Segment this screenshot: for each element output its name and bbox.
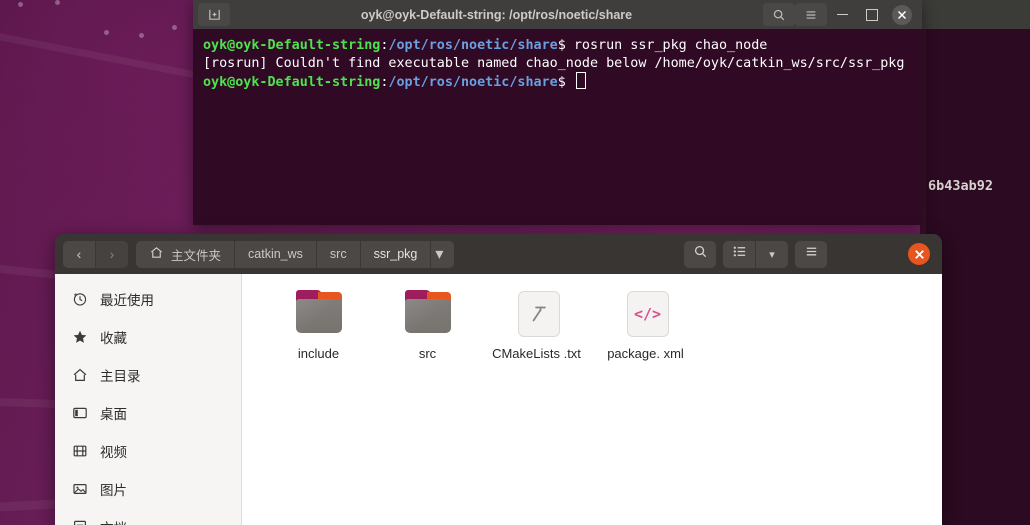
- file-item-package-xml[interactable]: </> package. xml: [591, 286, 700, 362]
- file-item-label: include: [297, 346, 340, 361]
- terminal-window[interactable]: oyk@oyk-Default-string: /opt/ros/noetic/…: [193, 0, 922, 225]
- sidebar-item-label: 桌面: [100, 407, 127, 422]
- sidebar-item-pictures[interactable]: 图片: [55, 470, 241, 508]
- film-icon: [71, 443, 88, 460]
- file-item-cmakelists[interactable]: CMakeLists .txt: [482, 286, 591, 362]
- navigation-buttons[interactable]: ‹ ›: [63, 240, 128, 268]
- wallpaper-dot: [55, 0, 60, 5]
- sidebar-item-documents[interactable]: 文档: [55, 508, 241, 525]
- close-icon: [908, 243, 930, 265]
- folder-icon: [292, 290, 346, 338]
- terminal-title: oyk@oyk-Default-string: /opt/ros/noetic/…: [360, 7, 633, 22]
- star-icon: [71, 329, 88, 346]
- hamburger-menu-icon: [804, 244, 819, 264]
- wallpaper-dot: [139, 33, 144, 38]
- files-maximize-button[interactable]: [872, 240, 902, 268]
- breadcrumb-item-src[interactable]: src: [316, 240, 361, 268]
- sidebar-item-recent[interactable]: 最近使用: [55, 280, 241, 318]
- hammer-icon: [510, 290, 564, 338]
- background-terminal-titlebar[interactable]: [920, 0, 1030, 29]
- window-controls[interactable]: [840, 240, 934, 268]
- main-menu-button[interactable]: [795, 240, 827, 268]
- sidebar-item-desktop[interactable]: 桌面: [55, 394, 241, 432]
- search-icon: [693, 244, 708, 264]
- icon-grid: include src CMakeLists .txt </> package.…: [264, 286, 942, 362]
- terminal-prompt-user: oyk@oyk-Default-string: [203, 75, 381, 91]
- home-icon: [71, 367, 88, 384]
- breadcrumb-label: catkin_ws: [248, 247, 303, 261]
- clock-icon: [71, 291, 88, 308]
- desktop-screen: 6b43ab92 oyk@oyk-Default-string: /opt/ro…: [0, 0, 1030, 525]
- terminal-maximize-button[interactable]: [857, 2, 887, 28]
- files-minimize-button[interactable]: [840, 240, 870, 268]
- list-view-button[interactable]: [723, 240, 756, 268]
- search-icon[interactable]: [763, 3, 795, 26]
- hamburger-menu-icon[interactable]: [795, 3, 827, 26]
- file-item-label: CMakeLists .txt: [492, 346, 581, 361]
- files-close-button[interactable]: [904, 240, 934, 268]
- back-button[interactable]: ‹: [63, 240, 96, 268]
- file-item-src[interactable]: src: [373, 286, 482, 362]
- breadcrumb-item-home[interactable]: 主文件夹: [136, 240, 236, 268]
- sidebar[interactable]: 最近使用 收藏 主目录 桌面 视频 图片: [55, 274, 242, 525]
- file-manager-body: 最近使用 收藏 主目录 桌面 视频 图片 include src CMakeLi…: [55, 274, 942, 525]
- sidebar-item-starred[interactable]: 收藏: [55, 318, 241, 356]
- file-item-include[interactable]: include: [264, 286, 373, 362]
- close-icon: [892, 4, 912, 25]
- terminal-prompt-dollar: $: [557, 38, 574, 53]
- document-icon: [71, 519, 88, 525]
- file-item-label: package. xml: [607, 346, 684, 361]
- view-options-dropdown[interactable]: ▾: [756, 240, 788, 268]
- sidebar-item-label: 文档: [100, 517, 127, 525]
- breadcrumb-item-ssr-pkg[interactable]: ssr_pkg: [360, 240, 432, 268]
- sidebar-item-label: 最近使用: [100, 293, 154, 308]
- sidebar-item-videos[interactable]: 视频: [55, 432, 241, 470]
- terminal-close-button[interactable]: [887, 2, 917, 28]
- sidebar-item-home[interactable]: 主目录: [55, 356, 241, 394]
- file-list-area[interactable]: include src CMakeLists .txt </> package.…: [242, 274, 942, 525]
- file-manager-headerbar[interactable]: ‹ › 主文件夹 catkin_ws src ssr_pkg ▾ ▾: [55, 234, 942, 274]
- image-icon: [71, 481, 88, 498]
- wallpaper-dot: [18, 2, 23, 7]
- search-button[interactable]: [684, 240, 716, 268]
- wallpaper-dot: [172, 25, 177, 30]
- list-view-icon: [732, 244, 747, 264]
- view-mode-group[interactable]: ▾: [723, 240, 788, 268]
- terminal-output-area[interactable]: oyk@oyk-Default-string:/opt/ros/noetic/s…: [193, 29, 922, 225]
- terminal-output-line: [rosrun] Couldn't find executable named …: [203, 55, 905, 71]
- forward-button[interactable]: ›: [96, 240, 128, 268]
- terminal-prompt-user: oyk@oyk-Default-string: [203, 38, 381, 53]
- chevron-down-icon[interactable]: ▾: [431, 240, 455, 268]
- terminal-cursor: [575, 72, 586, 90]
- desktop-icon: [71, 405, 88, 422]
- terminal-prompt-dollar: $: [557, 75, 574, 91]
- terminal-minimize-button[interactable]: [827, 2, 857, 28]
- terminal-titlebar[interactable]: oyk@oyk-Default-string: /opt/ros/noetic/…: [193, 0, 922, 29]
- xml-icon: </>: [619, 290, 673, 338]
- sidebar-item-label: 视频: [100, 445, 127, 460]
- sidebar-item-label: 主目录: [100, 369, 141, 384]
- terminal-command: rosrun ssr_pkg chao_node: [573, 38, 768, 53]
- wallpaper-dot: [104, 30, 109, 35]
- breadcrumb[interactable]: 主文件夹 catkin_ws src ssr_pkg ▾: [136, 240, 455, 268]
- sidebar-item-label: 收藏: [100, 331, 127, 346]
- file-item-label: src: [418, 346, 437, 361]
- breadcrumb-label: ssr_pkg: [373, 247, 418, 261]
- new-tab-icon[interactable]: [198, 3, 230, 26]
- breadcrumb-label: 主文件夹: [171, 248, 222, 263]
- home-icon: [149, 245, 164, 263]
- terminal-prompt-path: /opt/ros/noetic/share: [388, 38, 558, 53]
- sidebar-item-label: 图片: [100, 483, 127, 498]
- background-terminal-text: 6b43ab92: [928, 178, 994, 194]
- breadcrumb-item-catkin-ws[interactable]: catkin_ws: [235, 240, 317, 268]
- file-manager-window[interactable]: ‹ › 主文件夹 catkin_ws src ssr_pkg ▾ ▾ 最近使用 …: [55, 234, 942, 525]
- breadcrumb-label: src: [329, 247, 347, 261]
- folder-icon: [401, 290, 455, 338]
- xml-glyph: </>: [633, 305, 662, 323]
- terminal-prompt-path: /opt/ros/noetic/share: [388, 75, 558, 91]
